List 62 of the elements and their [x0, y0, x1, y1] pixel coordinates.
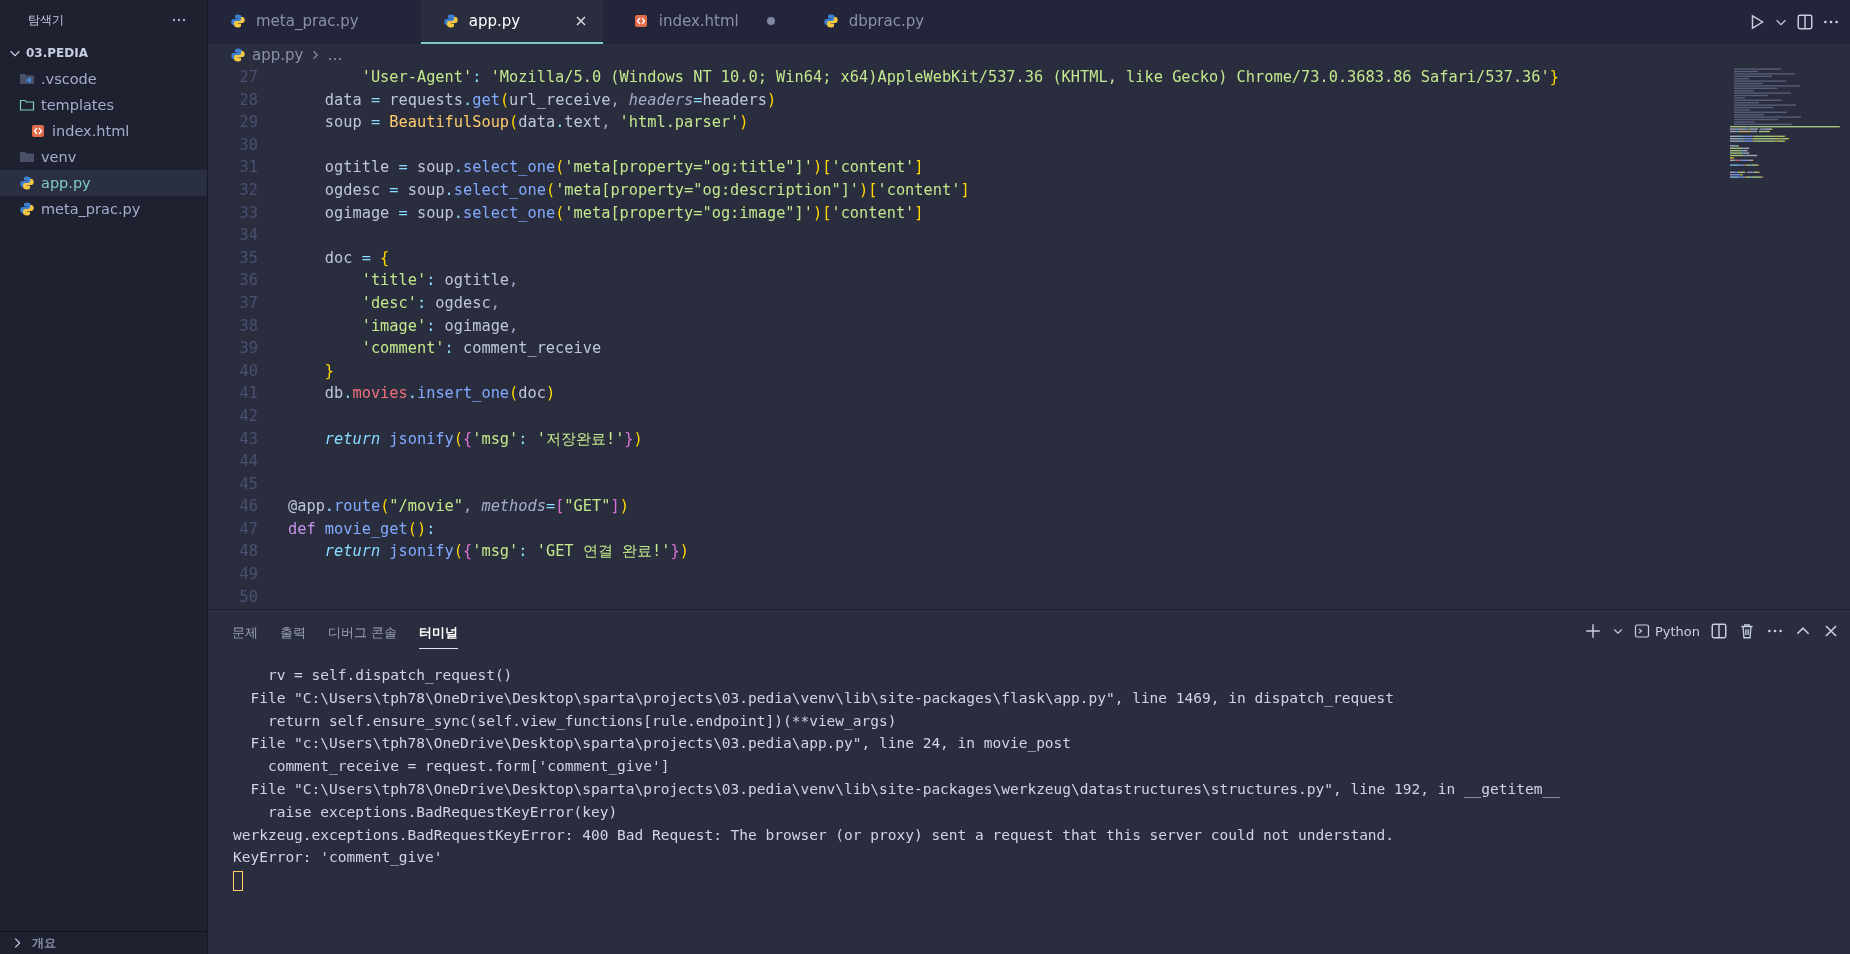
file-item[interactable]: index.html — [0, 118, 207, 144]
panel-tab[interactable]: 디버그 콘솔 — [328, 613, 398, 649]
terminal-icon — [1633, 623, 1650, 639]
plus-icon[interactable] — [1583, 622, 1602, 640]
explorer-title: 탐색기 — [28, 11, 64, 29]
file-item[interactable]: venv — [0, 144, 207, 170]
folder-icon — [19, 71, 35, 87]
html-icon — [632, 13, 649, 29]
file-item[interactable]: .vscode — [0, 66, 207, 92]
code-line: ogimage = soup.select_one('meta[property="og:image"]')['content'] — [323, 202, 924, 224]
terminal-line: rv = self.dispatch_request() — [266, 666, 513, 686]
editor-tab[interactable]: index.html — [610, 0, 793, 44]
terminal-line: return self.ensure_sync(self.view_functions[rule.endpoint])(**view_args) — [266, 711, 897, 732]
file-item[interactable]: app.py — [0, 170, 207, 196]
code-line: ogtitle = soup.select_one('meta[property="og:title"]')['content'] — [323, 157, 924, 179]
terminal-line: comment_receive = request.form['comment_give'] — [266, 757, 670, 777]
panel-tab[interactable]: 터미널 — [419, 613, 459, 649]
code-line: 'desc': ogdesc, — [360, 292, 500, 314]
split-terminal-icon[interactable] — [1710, 622, 1728, 640]
split-editor-icon[interactable] — [1796, 13, 1814, 31]
code-line: return jsonify({'msg': 'GET 연결 완료!'}) — [323, 541, 689, 563]
editor-tab[interactable]: meta_prac.py — [208, 0, 413, 44]
html-icon — [30, 123, 46, 139]
code-line: def movie_get(): — [288, 518, 436, 540]
code-line: 'image': ogimage, — [360, 315, 519, 337]
editor-tab[interactable]: app.py — [420, 0, 603, 44]
code-line: data = requests.get(url_receive, headers=headers) — [323, 89, 777, 111]
code-line: } — [323, 360, 335, 382]
code-line: doc = { — [323, 247, 390, 269]
trash-icon[interactable] — [1738, 622, 1756, 640]
breadcrumb-item[interactable]: app.py — [252, 46, 304, 64]
terminal-line: File "C:\Users\tph78\OneDrive\Desktop\sparta\projects\03.pedia\venv\lib\site-packages\flask\app.py", line 1469, in dispatch_request — [249, 688, 1395, 709]
terminal-line: werkzeug.exceptions.BadRequestKeyError: 400 Bad Request: The browser (or proxy) sent a request that this server could not understand. — [233, 825, 1395, 845]
terminal-line: raise exceptions.BadRequestKeyError(key) — [266, 802, 618, 822]
panel-tab[interactable]: 출력 — [280, 613, 306, 649]
code-line: 'comment': comment_receive — [360, 338, 602, 360]
breadcrumb-item[interactable]: … — [327, 46, 343, 64]
code-line: db.movies.insert_one(doc) — [323, 383, 556, 405]
code-line: @app.route("/movie", methods=["GET"]) — [288, 496, 629, 518]
python-icon — [19, 201, 35, 217]
editor-tab[interactable]: dbprac.py — [800, 0, 983, 44]
python-icon — [19, 175, 35, 191]
file-item[interactable]: meta_prac.py — [0, 196, 207, 222]
code-line: return jsonify({'msg': '저장완료!'}) — [323, 428, 643, 450]
folder-item[interactable]: 03.PEDIA — [0, 40, 207, 66]
outline-section[interactable]: 개요 — [0, 931, 207, 954]
terminal-line: KeyError: 'comment_give' — [233, 848, 443, 868]
code-line: 'User-Agent': 'Mozilla/5.0 (Windows NT 10.0; Win64; x64)AppleWebKit/537.36 (KHTML, like Gecko) Chrome/73.0.3683.86 Safari/537.36'} — [360, 67, 1559, 88]
python-icon — [822, 13, 839, 29]
code-line: ogdesc = soup.select_one('meta[property="og:description"]')['content'] — [323, 179, 970, 201]
code-line: 'title': ogtitle, — [360, 270, 519, 292]
python-icon — [230, 47, 246, 63]
terminal-line: File "C:\Users\tph78\OneDrive\Desktop\sparta\projects\03.pedia\venv\lib\site-packages\werkzeug\datastructures\structures.py", line 192, in __getitem__ — [249, 780, 1560, 800]
close-icon[interactable] — [1822, 622, 1840, 640]
file-item[interactable]: templates — [0, 92, 207, 118]
python-icon — [442, 13, 459, 29]
code-line: soup = BeautifulSoup(data.text, 'html.parser') — [323, 112, 749, 134]
panel-tab[interactable]: 문제 — [232, 613, 258, 649]
terminal-selector[interactable]: Python — [1633, 623, 1700, 639]
terminal-line: File "c:\Users\tph78\OneDrive\Desktop\sparta\projects\03.pedia\app.py", line 24, in movie_post — [249, 734, 1072, 754]
terminal-cursor — [233, 871, 243, 892]
python-icon — [230, 13, 246, 29]
